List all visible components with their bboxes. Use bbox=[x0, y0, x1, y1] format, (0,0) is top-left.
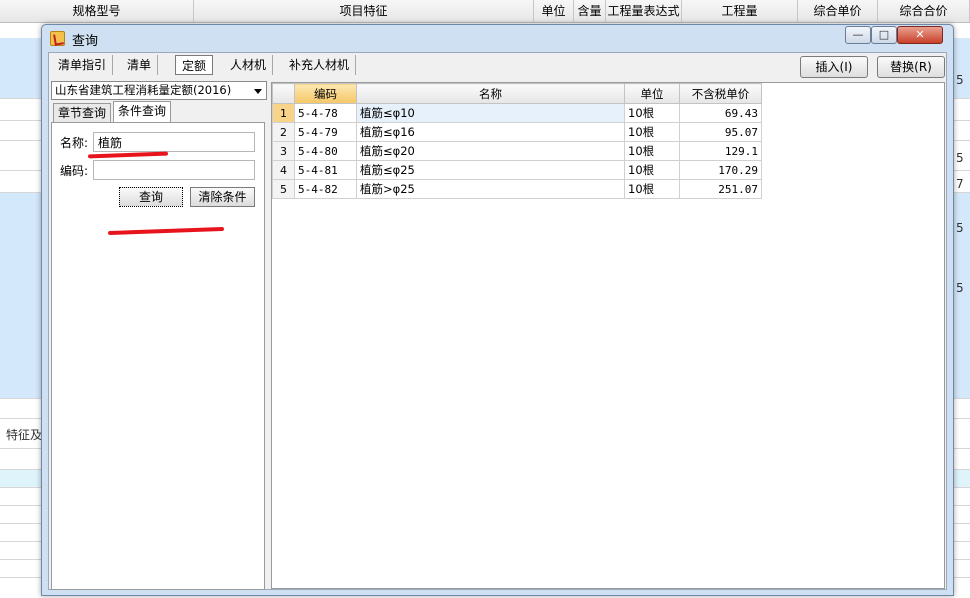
insert-button[interactable]: 插入(I) bbox=[800, 56, 868, 78]
name-cell[interactable]: 植筋>φ25 bbox=[356, 179, 625, 199]
dialog-body: 清单指引 清单 定额 人材机 补充人材机 插入(I) 替换(R) 山东省建筑工程… bbox=[48, 52, 947, 590]
cell-fragment: 5 bbox=[956, 73, 964, 87]
header-cell[interactable]: 综合合价 bbox=[878, 0, 970, 22]
header-cell[interactable]: 综合单价 bbox=[798, 0, 878, 22]
name-cell[interactable]: 植筋≤φ20 bbox=[356, 141, 625, 161]
header-cell[interactable]: 工程量 bbox=[682, 0, 798, 22]
quota-library-value: 山东省建筑工程消耗量定额(2016) bbox=[55, 83, 232, 97]
tab-chapter-query[interactable]: 章节查询 bbox=[53, 103, 112, 122]
annotation-underline bbox=[87, 151, 169, 159]
annotation-underline bbox=[107, 226, 225, 236]
name-cell[interactable]: 植筋≤φ25 bbox=[356, 160, 625, 180]
maximize-button[interactable]: □ bbox=[871, 26, 897, 44]
cell-fragment: 5 bbox=[956, 281, 964, 295]
header-cell[interactable]: 项目特征 bbox=[194, 0, 534, 22]
price-cell[interactable]: 251.07 bbox=[679, 179, 762, 199]
price-cell[interactable]: 95.07 bbox=[679, 122, 762, 142]
unit-cell[interactable]: 10根 bbox=[624, 103, 680, 123]
tab-labor-material-machine[interactable]: 人材机 bbox=[224, 55, 274, 75]
tab-bill-guide[interactable]: 清单指引 bbox=[52, 55, 114, 75]
app-icon bbox=[50, 31, 65, 46]
query-button[interactable]: 查询 bbox=[119, 187, 183, 207]
tab-quota[interactable]: 定额 bbox=[175, 55, 214, 75]
row-number[interactable]: 3 bbox=[272, 141, 295, 161]
header-cell[interactable]: 含量 bbox=[574, 0, 606, 22]
dialog-title: 查询 bbox=[72, 34, 99, 49]
table-row[interactable]: 2 5-4-79 植筋≤φ16 10根 95.07 bbox=[272, 122, 762, 142]
row-number[interactable]: 4 bbox=[272, 160, 295, 180]
dialog-titlebar[interactable]: 查询 — □ ✕ bbox=[42, 25, 953, 52]
replace-button[interactable]: 替换(R) bbox=[877, 56, 945, 78]
quota-library-select[interactable]: 山东省建筑工程消耗量定额(2016) bbox=[51, 81, 267, 100]
column-header-price[interactable]: 不含税单价 bbox=[679, 83, 762, 104]
name-input[interactable] bbox=[93, 132, 255, 152]
unit-cell[interactable]: 10根 bbox=[624, 141, 680, 161]
price-cell[interactable]: 170.29 bbox=[679, 160, 762, 180]
column-header-code[interactable]: 编码 bbox=[294, 83, 357, 104]
tab-condition-query[interactable]: 条件查询 bbox=[113, 101, 172, 122]
code-cell[interactable]: 5-4-81 bbox=[294, 160, 357, 180]
row-number-header bbox=[272, 83, 295, 104]
table-row[interactable]: 1 5-4-78 植筋≤φ10 10根 69.43 bbox=[272, 103, 762, 123]
header-cell[interactable]: 规格型号 bbox=[0, 0, 194, 22]
name-label: 名称: bbox=[60, 136, 89, 150]
price-cell[interactable]: 129.1 bbox=[679, 141, 762, 161]
code-cell[interactable]: 5-4-80 bbox=[294, 141, 357, 161]
code-cell[interactable]: 5-4-82 bbox=[294, 179, 357, 199]
close-button[interactable]: ✕ bbox=[897, 26, 943, 44]
table-row[interactable]: 3 5-4-80 植筋≤φ20 10根 129.1 bbox=[272, 141, 762, 161]
row-number[interactable]: 2 bbox=[272, 122, 295, 142]
code-input[interactable] bbox=[93, 160, 255, 180]
header-cell[interactable]: 单位 bbox=[534, 0, 574, 22]
unit-cell[interactable]: 10根 bbox=[624, 160, 680, 180]
name-cell[interactable]: 植筋≤φ10 bbox=[356, 103, 625, 123]
unit-cell[interactable]: 10根 bbox=[624, 122, 680, 142]
unit-cell[interactable]: 10根 bbox=[624, 179, 680, 199]
header-cell[interactable]: 工程量表达式 bbox=[606, 0, 682, 22]
row-number[interactable]: 1 bbox=[272, 103, 295, 123]
cell-fragment: 5 bbox=[956, 151, 964, 165]
code-cell[interactable]: 5-4-79 bbox=[294, 122, 357, 142]
tab-bill[interactable]: 清单 bbox=[121, 55, 159, 75]
chevron-down-icon[interactable] bbox=[254, 89, 262, 94]
minimize-button[interactable]: — bbox=[845, 26, 871, 44]
cell-fragment: 5 bbox=[956, 221, 964, 235]
feature-label: 特征及 bbox=[6, 428, 43, 442]
column-header-unit[interactable]: 单位 bbox=[624, 83, 680, 104]
tab-supplementary-lmm[interactable]: 补充人材机 bbox=[283, 55, 357, 75]
clear-conditions-button[interactable]: 清除条件 bbox=[190, 187, 255, 207]
condition-query-panel: 名称: 编码: 查询 清除条件 bbox=[51, 122, 265, 590]
query-dialog: 查询 — □ ✕ 清单指引 清单 定额 人材机 补充人材机 插入(I) 替换(R… bbox=[41, 24, 954, 596]
sheet-header: 规格型号 项目特征 单位 含量 工程量表达式 工程量 综合单价 综合合价 bbox=[0, 0, 970, 23]
price-cell[interactable]: 69.43 bbox=[679, 103, 762, 123]
row-number[interactable]: 5 bbox=[272, 179, 295, 199]
column-header-name[interactable]: 名称 bbox=[356, 83, 625, 104]
table-row[interactable]: 4 5-4-81 植筋≤φ25 10根 170.29 bbox=[272, 160, 762, 180]
cell-fragment: 7 bbox=[956, 177, 964, 191]
code-label: 编码: bbox=[60, 164, 89, 178]
table-row[interactable]: 5 5-4-82 植筋>φ25 10根 251.07 bbox=[272, 179, 762, 199]
name-cell[interactable]: 植筋≤φ16 bbox=[356, 122, 625, 142]
code-cell[interactable]: 5-4-78 bbox=[294, 103, 357, 123]
result-grid: 编码 名称 单位 不含税单价 1 5-4-78 植筋≤φ10 10根 69.43 bbox=[271, 82, 945, 589]
